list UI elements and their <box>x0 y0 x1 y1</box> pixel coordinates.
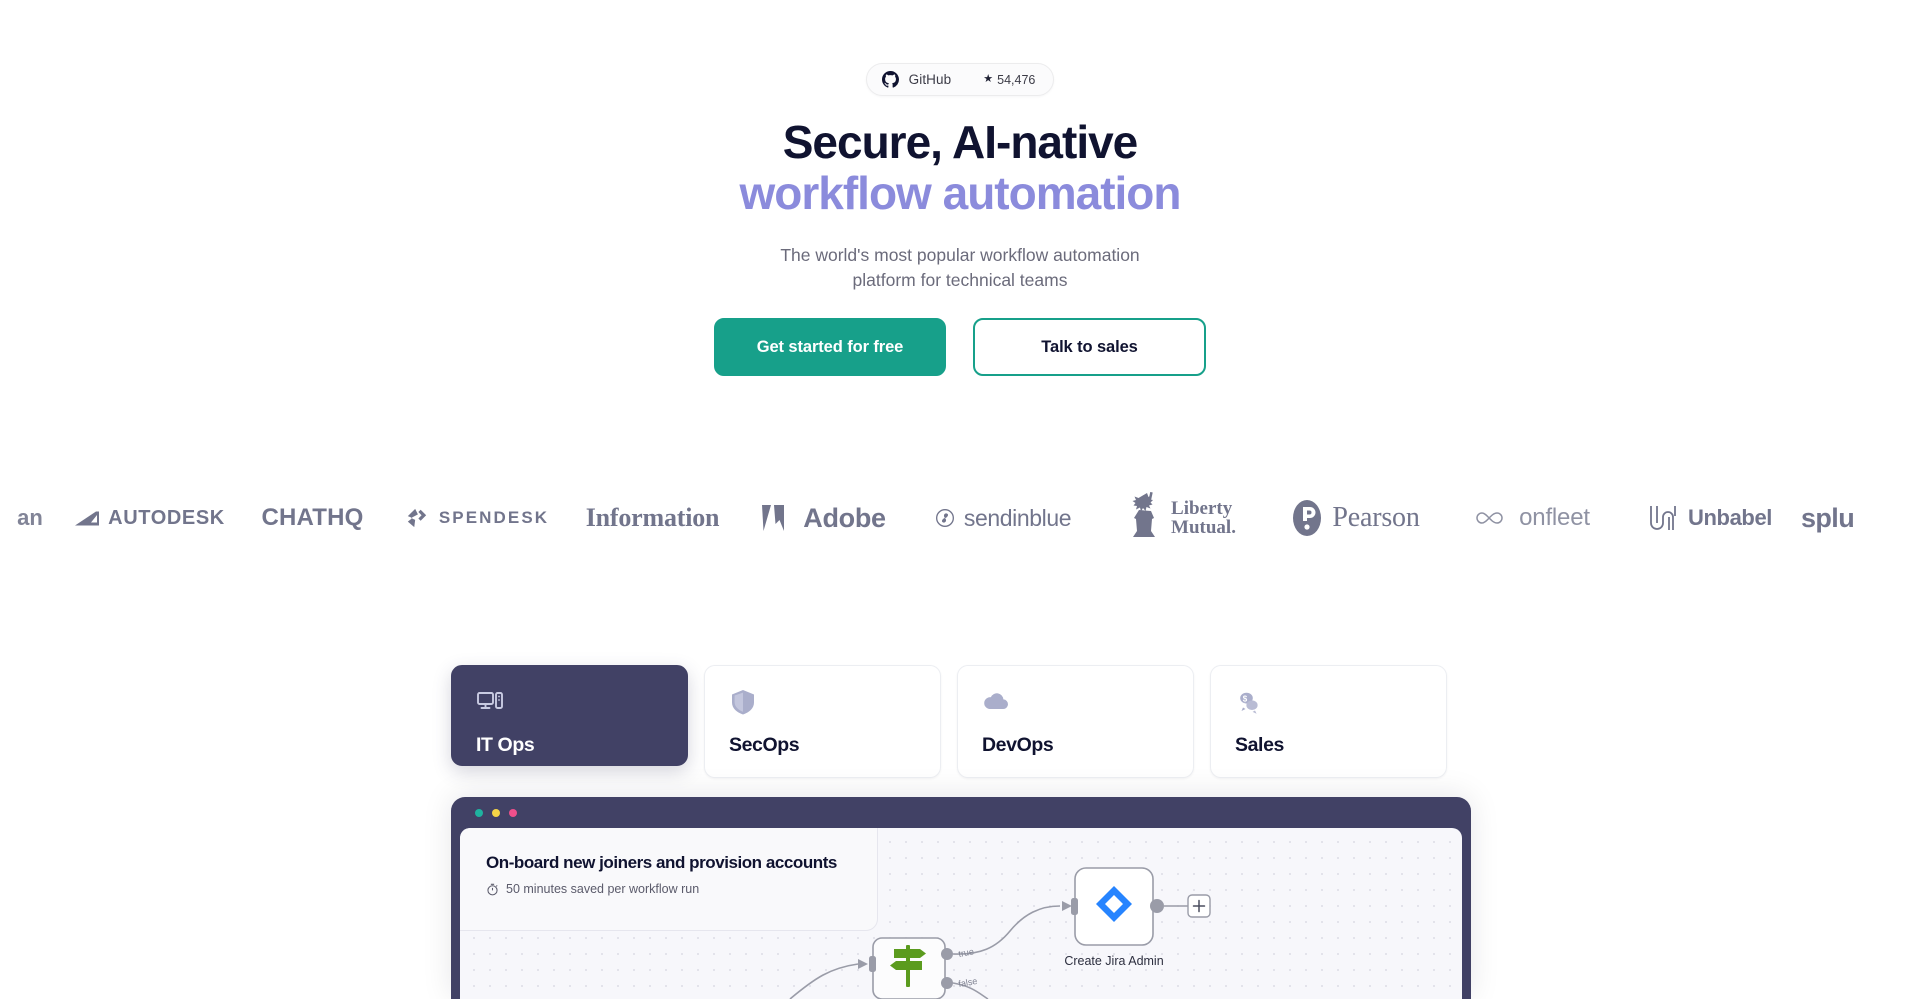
github-badge-container: GitHub ★ 54,476 <box>0 63 1920 96</box>
unbabel-mark-icon <box>1650 506 1676 530</box>
workflow-title: On-board new joiners and provision accou… <box>486 853 837 872</box>
switch-output-true <box>941 948 953 960</box>
tab-sales[interactable]: $ Sales <box>1210 665 1447 778</box>
logo-chathq: CHATHQ <box>240 486 385 550</box>
logo-unbabel: Unbabel <box>1619 486 1801 550</box>
logo-splunk-label: splu <box>1801 502 1855 533</box>
switch-node <box>869 937 953 999</box>
logo-information: Information <box>570 486 735 550</box>
statue-of-liberty-icon <box>1132 492 1156 537</box>
onfleet-mark-icon <box>1476 512 1503 524</box>
autodesk-mark-icon <box>75 511 100 525</box>
add-node-button <box>1187 894 1211 918</box>
github-star-count: 54,476 <box>997 72 1036 87</box>
traffic-light-yellow[interactable] <box>492 809 500 817</box>
logo-pearson: Pearson <box>1268 486 1444 550</box>
liberty-line-2: Mutual. <box>1171 517 1236 538</box>
headline-line-1: Secure, AI-native <box>782 116 1139 168</box>
logo-adobe: Adobe <box>735 486 913 550</box>
workflow-meta-text: 50 minutes saved per workflow run <box>506 882 700 896</box>
landing-page: GitHub ★ 54,476 Secure, AI-native workfl… <box>0 0 1920 999</box>
page-title: Secure, AI-native workflow automation <box>0 118 1920 218</box>
logo-onfleet: onfleet <box>1444 486 1619 550</box>
tab-devops-label: DevOps <box>982 734 1054 756</box>
logo-autodesk-label: AUTODESK <box>108 506 225 529</box>
tab-it-ops-label: IT Ops <box>476 734 535 756</box>
github-label: GitHub <box>908 72 952 87</box>
cloud-icon <box>982 688 1010 716</box>
jira-node-caption: Create Jira Admin <box>1064 954 1163 968</box>
workflow-info-card: On-board new joiners and provision accou… <box>460 828 878 931</box>
chat-dollar-icon: $ <box>1235 688 1263 716</box>
traffic-light-red[interactable] <box>509 809 517 817</box>
logo-autodesk: AUTODESK <box>60 486 240 550</box>
cta-button-row: Get started for free Talk to sales <box>0 318 1920 376</box>
tab-it-ops[interactable]: IT Ops <box>451 665 688 766</box>
signpost-icon <box>890 945 926 987</box>
tab-sales-label: Sales <box>1235 734 1284 756</box>
github-icon <box>881 71 899 88</box>
logo-onfleet-label: onfleet <box>1519 504 1590 531</box>
tab-secops-label: SecOps <box>729 734 800 756</box>
github-stars: ★ 54,476 <box>983 73 1035 87</box>
star-icon: ★ <box>983 73 994 85</box>
logo-adobe-label: Adobe <box>803 502 886 533</box>
use-case-tabs: IT Ops SecOps DevOps $ Sales <box>451 665 1447 778</box>
adobe-mark-icon <box>762 505 785 531</box>
pearson-mark-icon <box>1293 500 1322 536</box>
tab-secops[interactable]: SecOps <box>704 665 941 778</box>
hero-subtitle: The world's most popular workflow automa… <box>780 245 1140 290</box>
monitor-icon <box>476 688 504 716</box>
sendinblue-mark-icon <box>935 509 954 527</box>
liberty-line-1: Liberty <box>1171 498 1233 519</box>
workflow-canvas[interactable]: On-board new joiners and provision accou… <box>460 828 1462 999</box>
logo-pearson-label: Pearson <box>1332 502 1420 533</box>
spendesk-mark-icon <box>407 508 426 528</box>
traffic-light-green[interactable] <box>475 809 483 817</box>
workflow-meta: 50 minutes saved per workflow run <box>486 882 877 896</box>
logo-pan: an <box>0 486 60 550</box>
logo-splunk: splu <box>1801 486 1901 550</box>
logo-liberty-mutual-label: Liberty Mutual. <box>1171 499 1236 537</box>
window-traffic-lights <box>475 809 517 817</box>
workflow-preview-window: On-board new joiners and provision accou… <box>451 797 1471 999</box>
logo-liberty-mutual: Liberty Mutual. <box>1093 486 1268 550</box>
logo-information-label: Information <box>585 503 720 532</box>
edge-label-false: false <box>958 976 978 989</box>
switch-output-false <box>941 977 953 989</box>
customer-logo-strip: an AUTODESK CHATHQ SPENDESK Information <box>0 486 1920 550</box>
talk-to-sales-button[interactable]: Talk to sales <box>973 318 1206 376</box>
edge-label-true: true <box>958 946 975 959</box>
hero-section: Secure, AI-native workflow automation Th… <box>0 118 1920 292</box>
jira-node <box>1071 867 1164 946</box>
logo-sendinblue-label: sendinblue <box>963 504 1072 531</box>
github-badge[interactable]: GitHub ★ 54,476 <box>865 63 1055 96</box>
logo-sendinblue: sendinblue <box>913 486 1093 550</box>
get-started-button[interactable]: Get started for free <box>714 318 946 376</box>
shield-icon <box>729 688 757 716</box>
logo-spendesk-label: SPENDESK <box>438 508 550 527</box>
logo-chathq-label: CHATHQ <box>261 504 364 531</box>
logo-spendesk: SPENDESK <box>385 486 570 550</box>
jira-icon <box>1096 886 1132 922</box>
tab-devops[interactable]: DevOps <box>957 665 1194 778</box>
headline-line-2: workflow automation <box>739 167 1182 219</box>
logo-pan-label: an <box>17 505 43 530</box>
svg-text:$: $ <box>1243 695 1248 704</box>
timer-icon <box>486 883 499 896</box>
jira-output-handle <box>1150 899 1164 913</box>
logo-unbabel-label: Unbabel <box>1688 505 1772 530</box>
